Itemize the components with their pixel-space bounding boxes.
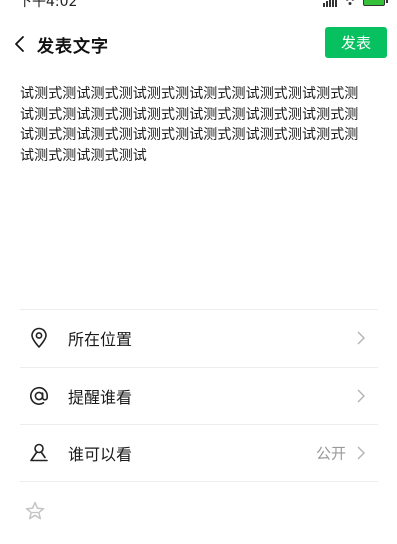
header: 发表文字 发表 xyxy=(0,26,397,62)
compose-text-moment-screen: 下午4:02 发表文字 发表 试测式测试测式测试测式测试测式测试测式测试测式测试… xyxy=(0,0,397,544)
star-icon[interactable] xyxy=(24,500,46,522)
compose-text-area[interactable]: 试测式测试测式测试测式测试测式测试测式测试测式测试测式测试测式测试测式测试测式测… xyxy=(20,84,360,166)
page-title: 发表文字 xyxy=(37,37,109,57)
location-pin-icon xyxy=(31,327,47,349)
options-list: 所在位置 提醒谁看 谁可以看 公开 xyxy=(20,309,378,482)
chevron-right-icon xyxy=(357,331,365,345)
status-bar: 下午4:02 xyxy=(0,0,397,11)
location-label: 所在位置 xyxy=(68,330,133,350)
chevron-right-icon xyxy=(357,446,365,460)
remind-option[interactable]: 提醒谁看 xyxy=(20,366,378,425)
person-icon xyxy=(30,443,48,462)
remind-label: 提醒谁看 xyxy=(68,387,133,407)
location-option[interactable]: 所在位置 xyxy=(20,309,378,367)
wifi-icon xyxy=(346,0,354,5)
visibility-value: 公开 xyxy=(315,444,346,463)
visibility-option[interactable]: 谁可以看 公开 xyxy=(20,424,378,482)
publish-button[interactable]: 发表 xyxy=(325,27,387,58)
status-time: 下午4:02 xyxy=(18,0,78,10)
visibility-label: 谁可以看 xyxy=(68,444,133,464)
battery-icon xyxy=(363,0,388,6)
chevron-left-icon xyxy=(15,36,24,52)
status-icons xyxy=(323,0,388,7)
chevron-right-icon xyxy=(357,389,365,403)
signal-icon xyxy=(323,0,337,7)
back-button[interactable] xyxy=(6,30,34,58)
at-icon xyxy=(30,386,49,405)
